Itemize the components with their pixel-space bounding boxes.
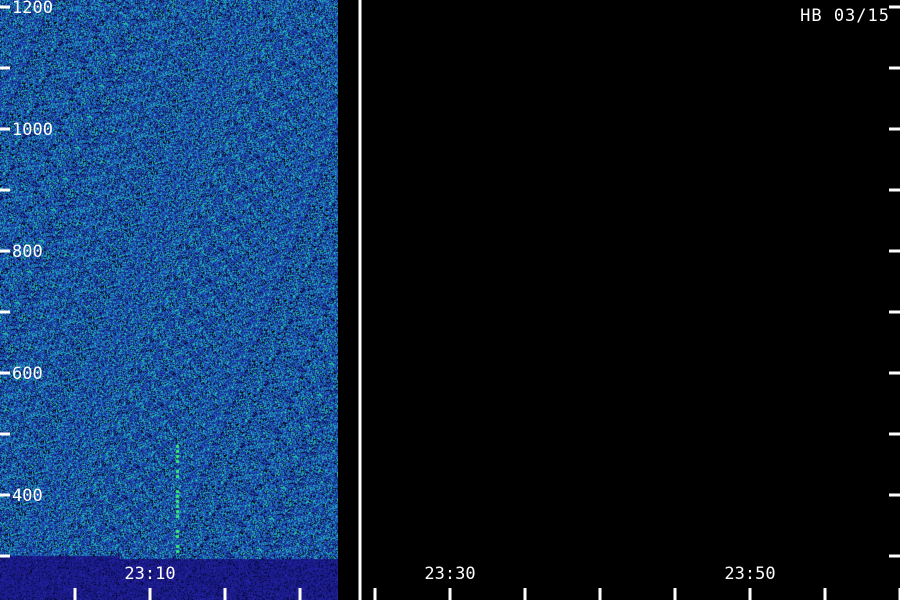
chart-frame: 400 600 800 1000 1200 23:10 23:30 23:50 (0, 0, 900, 600)
right-axis-ticks (889, 5, 900, 558)
station-date-label: HB 03/15 (800, 6, 890, 26)
time-axis-ticks (73, 588, 900, 600)
y-tick-label-400: 400 (12, 486, 43, 506)
x-tick-label-2310: 23:10 (124, 564, 175, 584)
time-axis-labels: 23:10 23:30 23:50 (124, 564, 775, 584)
y-tick-label-800: 800 (12, 242, 43, 262)
x-tick-label-2350: 23:50 (724, 564, 775, 584)
y-tick-label-1200: 1200 (12, 0, 53, 18)
frequency-axis-labels: 400 600 800 1000 1200 (12, 0, 53, 506)
y-tick-label-1000: 1000 (12, 120, 53, 140)
left-axis-ticks (0, 5, 10, 558)
y-tick-label-600: 600 (12, 364, 43, 384)
x-tick-label-2330: 23:30 (424, 564, 475, 584)
